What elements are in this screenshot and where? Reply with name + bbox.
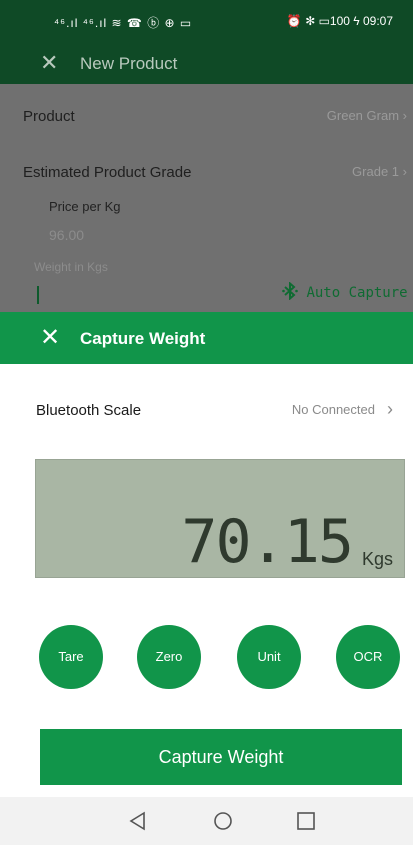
chevron-right-icon: ›	[402, 164, 407, 179]
sheet-title: Capture Weight	[80, 329, 206, 348]
recents-nav-icon[interactable]	[294, 809, 318, 833]
status-icons-right: ⏰ ✻ ▭100 ϟ 09:07	[286, 14, 393, 28]
price-value: 96.00	[49, 227, 85, 243]
home-nav-icon[interactable]	[211, 809, 235, 833]
weight-label: Weight in Kgs	[34, 260, 108, 274]
weight-value: 70.15	[181, 507, 354, 577]
product-row: Product Green Gram ›	[23, 108, 413, 125]
auto-capture: Auto Capture	[282, 281, 408, 301]
status-icons-left: ⁴⁶.ıl ⁴⁶.ıl ≋ ☎ ⓑ ⊕ ▭	[54, 16, 193, 30]
close-icon: ✕	[40, 50, 59, 75]
zero-button[interactable]: Zero	[137, 625, 201, 689]
text-cursor	[37, 286, 39, 304]
bluetooth-scale-label: Bluetooth Scale	[36, 402, 142, 419]
grade-label: Estimated Product Grade	[23, 164, 192, 181]
background-form: Product Green Gram › Estimated Product G…	[0, 84, 413, 312]
weight-display: 70.15 Kgs	[35, 459, 405, 578]
background-screen: ⁴⁶.ıl ⁴⁶.ıl ≋ ☎ ⓑ ⊕ ▭ ⏰ ✻ ▭100 ϟ 09:07 ✕…	[0, 0, 413, 312]
bluetooth-scale-row[interactable]: Bluetooth Scale No Connected ›	[0, 386, 413, 434]
grade-row: Estimated Product Grade Grade 1 ›	[23, 164, 413, 181]
price-label: Price per Kg	[49, 199, 121, 214]
tare-button[interactable]: Tare	[39, 625, 103, 689]
weight-unit: Kgs	[361, 549, 393, 569]
auto-capture-label: Auto Capture	[306, 285, 408, 301]
background-title: New Product	[80, 54, 178, 73]
system-nav-bar	[0, 797, 413, 845]
capture-weight-button[interactable]: Capture Weight	[40, 729, 402, 785]
bluetooth-status: No Connected	[291, 402, 375, 417]
status-bar: ⁴⁶.ıl ⁴⁶.ıl ≋ ☎ ⓑ ⊕ ▭ ⏰ ✻ ▭100 ϟ 09:07	[0, 0, 413, 44]
unit-button[interactable]: Unit	[237, 625, 301, 689]
product-label: Product	[23, 108, 75, 125]
chevron-right-icon: ›	[402, 108, 407, 123]
background-app-bar: ✕ New Product	[0, 44, 413, 84]
close-icon[interactable]: ✕	[40, 323, 60, 352]
capture-sheet-header: ✕ Capture Weight	[0, 312, 413, 364]
chevron-right-icon: ›	[387, 399, 393, 419]
grade-value: Grade 1	[352, 164, 400, 179]
ocr-button[interactable]: OCR	[336, 625, 400, 689]
back-nav-icon[interactable]	[126, 809, 150, 833]
bluetooth-icon	[282, 281, 298, 301]
product-value: Green Gram	[326, 108, 400, 123]
